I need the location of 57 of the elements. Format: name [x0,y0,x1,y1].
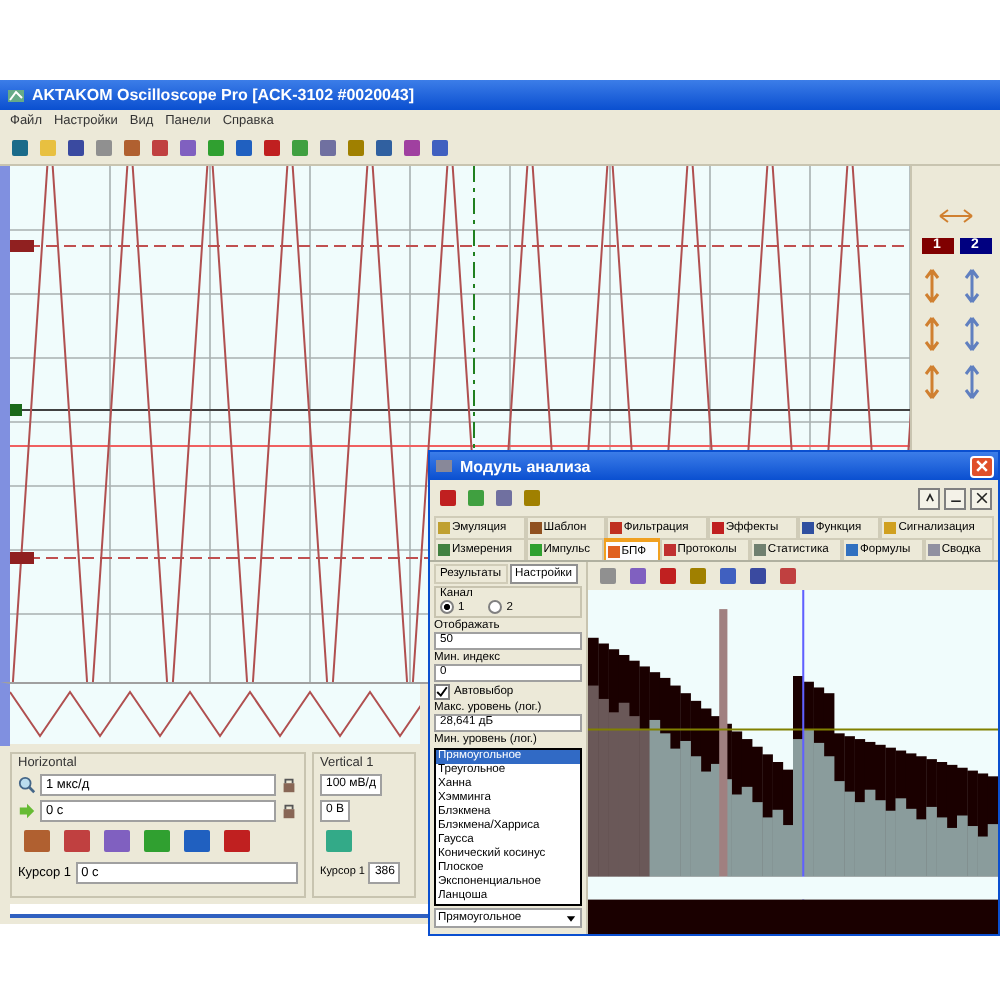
toolbar-button[interactable] [746,564,770,588]
arrows-icon[interactable] [922,314,942,354]
toolbar-button[interactable] [204,136,228,160]
close-button[interactable] [970,455,994,477]
toolbar-button[interactable] [716,564,740,588]
toolbar-button[interactable] [120,136,144,160]
magnifier-icon [18,775,36,794]
arrows-icon[interactable] [922,266,942,306]
toolbar-button[interactable] [260,136,284,160]
toolbar-button[interactable] [218,825,254,858]
close-icon [974,458,990,474]
toolbar-button[interactable] [686,564,710,588]
window-title: AKTAKOM Oscilloscope Pro [ACK-3102 #0020043] [32,86,415,104]
toolbar-button[interactable] [520,486,544,510]
arrows-icon[interactable] [922,362,942,402]
toolbar-button[interactable] [64,136,88,160]
toolbar-button[interactable] [18,825,54,858]
toolbar-button[interactable] [148,136,172,160]
toolbar-button[interactable] [178,825,214,858]
level-marker[interactable] [10,552,34,564]
arrows-icon[interactable] [962,314,982,354]
lock-icon[interactable] [280,775,298,794]
radio-button[interactable] [440,600,454,614]
toolbar-button[interactable] [492,486,516,510]
checkbox[interactable] [434,684,450,700]
toolbar-button[interactable] [372,136,396,160]
toolbar-button[interactable] [436,486,460,510]
toolbar-button[interactable] [98,825,134,858]
toolbar-button[interactable] [316,136,340,160]
arrow-right-icon [18,801,36,820]
toolbar-button[interactable] [288,136,312,160]
toolbar-button[interactable] [138,825,174,858]
toolbar-button[interactable] [58,825,94,858]
lock-icon[interactable] [280,801,298,820]
level-marker[interactable] [10,240,34,252]
app-icon [434,456,454,476]
arrows-icon[interactable] [962,266,982,306]
caret-down-icon [564,911,578,925]
toolbar-button[interactable] [232,136,256,160]
toolbar-button[interactable] [400,136,424,160]
radio-button[interactable] [488,600,503,614]
close-icon [973,490,989,506]
toolbar-button[interactable] [8,136,32,160]
toolbar-button[interactable] [176,136,200,160]
caret-up-icon [921,490,937,506]
toolbar-button[interactable] [344,136,368,160]
toolbar-button[interactable] [464,486,488,510]
window-button[interactable] [918,487,940,509]
toolbar-button[interactable] [656,564,680,588]
arrows-icon[interactable] [962,362,982,402]
window-title: Модуль анализа [460,457,591,475]
window-button[interactable] [970,487,992,509]
toolbar-button[interactable] [776,564,800,588]
app-icon [6,85,26,105]
toolbar-button[interactable] [626,564,650,588]
trigger-marker[interactable] [10,404,22,416]
toolbar-button[interactable] [428,136,452,160]
